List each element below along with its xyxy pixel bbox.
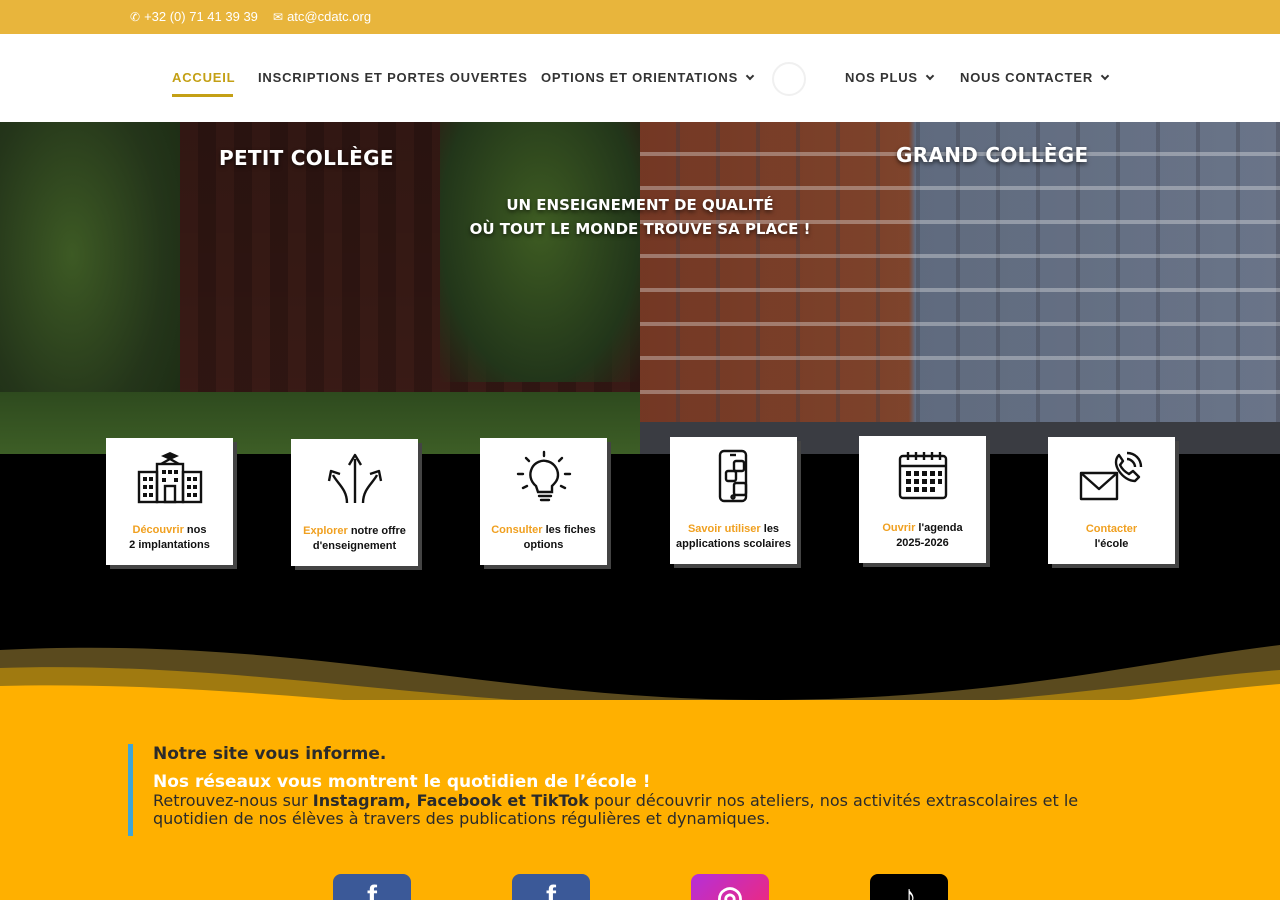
nav-label: ACCUEIL xyxy=(172,70,236,85)
tiktok-link[interactable]: ♪ xyxy=(870,874,948,900)
card-label: Explorer notre offre d'enseignement xyxy=(295,524,414,554)
nav-item-nos-plus[interactable]: NOS PLUS xyxy=(845,70,935,85)
school-building-icon xyxy=(106,450,233,510)
info-body-text: Retrouvez-nous sur xyxy=(153,791,313,810)
card-text: nos xyxy=(183,524,207,536)
card-text: l'agenda xyxy=(915,522,963,534)
card-text: notre offre xyxy=(347,525,406,537)
grand-college-label: GRAND COLLÈGE xyxy=(896,143,1089,167)
mobile-apps-icon xyxy=(670,449,797,509)
card-text: 2 implantations xyxy=(129,539,210,551)
chevron-down-icon xyxy=(745,71,755,81)
facebook-link-2[interactable]: f xyxy=(512,874,590,900)
card-contact[interactable]: Contacter l'école xyxy=(1048,437,1175,564)
phone-number: +32 (0) 71 41 39 39 xyxy=(144,9,258,24)
nav-label: INSCRIPTIONS ET PORTES OUVERTES xyxy=(258,70,528,85)
card-highlight: Ouvrir xyxy=(882,522,916,534)
chevron-down-icon xyxy=(925,71,935,81)
petit-college-label: PETIT COLLÈGE xyxy=(219,146,394,170)
card-label: Ouvrir l'agenda 2025-2026 xyxy=(863,521,982,551)
card-label: Découvrir nos 2 implantations xyxy=(110,523,229,553)
nav-item-accueil[interactable]: ACCUEIL xyxy=(172,70,235,85)
email-address: atc@cdatc.org xyxy=(287,9,372,24)
card-highlight: Contacter xyxy=(1085,523,1138,535)
phone-icon: ✆ xyxy=(130,9,141,24)
mail-phone-icon xyxy=(1048,449,1175,509)
card-text: applications scolaires xyxy=(676,538,791,550)
calendar-icon xyxy=(859,448,986,508)
card-highlight: Savoir utiliser xyxy=(687,523,761,535)
nav-item-contact[interactable]: NOUS CONTACTER xyxy=(960,70,1110,85)
info-body: Retrouvez-nous sur Instagram, Facebook e… xyxy=(153,792,1143,828)
card-label: Savoir utiliser les applications scolair… xyxy=(674,522,793,552)
card-highlight: Consulter xyxy=(491,524,543,536)
card-highlight: Explorer xyxy=(303,525,348,537)
nav-item-options[interactable]: OPTIONS ET ORIENTATIONS xyxy=(541,70,755,85)
nav-label: OPTIONS ET ORIENTATIONS xyxy=(541,70,739,85)
nav-item-inscriptions[interactable]: INSCRIPTIONS ET PORTES OUVERTES xyxy=(258,70,528,85)
card-label: Consulter les fiches options xyxy=(484,523,603,553)
quote-accent-bar xyxy=(128,744,133,836)
chevron-down-icon xyxy=(1100,71,1110,81)
directions-arrows-icon xyxy=(291,451,418,511)
info-body-networks: Instagram, Facebook et TikTok xyxy=(312,791,589,810)
nav-label: NOUS CONTACTER xyxy=(960,70,1094,85)
hero-tagline-line2: OÙ TOUT LE MONDE TROUVE SA PLACE ! xyxy=(469,220,811,238)
card-offre[interactable]: Explorer notre offre d'enseignement xyxy=(291,439,418,566)
tiktok-icon: ♪ xyxy=(901,880,917,900)
phone-link[interactable]: ✆ +32 (0) 71 41 39 39 xyxy=(130,9,258,24)
email-link[interactable]: ✉ atc@cdatc.org xyxy=(273,9,371,24)
main-navigation: ACCUEIL INSCRIPTIONS ET PORTES OUVERTES … xyxy=(0,34,1280,122)
facebook-icon: f xyxy=(367,880,377,900)
card-text: options xyxy=(523,539,564,551)
hero-building-windows xyxy=(640,122,1280,422)
card-implantations[interactable]: Découvrir nos 2 implantations xyxy=(106,438,233,565)
instagram-icon: ◎ xyxy=(716,881,744,900)
hero-tagline-line1: UN ENSEIGNEMENT DE QUALITÉ xyxy=(506,196,774,214)
card-label: Contacter l'école xyxy=(1052,522,1171,552)
envelope-icon: ✉ xyxy=(273,9,284,24)
info-title: Notre site vous informe. xyxy=(153,744,387,764)
site-logo[interactable] xyxy=(772,62,806,96)
card-text: 2025-2026 xyxy=(896,537,949,549)
card-highlight: Découvrir xyxy=(132,524,184,536)
card-text: les fiches xyxy=(542,524,596,536)
hero-banner xyxy=(0,122,1280,454)
card-applications[interactable]: Savoir utiliser les applications scolair… xyxy=(670,437,797,564)
hero-image-grand-college[interactable] xyxy=(640,122,1280,454)
nav-label: NOS PLUS xyxy=(845,70,918,85)
facebook-icon: f xyxy=(546,880,556,900)
card-agenda[interactable]: Ouvrir l'agenda 2025-2026 xyxy=(859,436,986,563)
card-text: d'enseignement xyxy=(312,540,397,552)
facebook-link[interactable]: f xyxy=(333,874,411,900)
top-contact-bar: ✆ +32 (0) 71 41 39 39 ✉ atc@cdatc.org xyxy=(0,0,1280,34)
active-nav-underline xyxy=(172,94,233,97)
hero-trees xyxy=(440,122,640,382)
hero-image-petit-college[interactable] xyxy=(0,122,640,454)
lightbulb-icon xyxy=(480,450,607,510)
info-subtitle: Nos réseaux vous montrent le quotidien d… xyxy=(153,772,651,792)
card-text: l'école xyxy=(1094,538,1129,550)
instagram-link[interactable]: ◎ xyxy=(691,874,769,900)
card-text: les xyxy=(760,523,780,535)
card-options[interactable]: Consulter les fiches options xyxy=(480,438,607,565)
